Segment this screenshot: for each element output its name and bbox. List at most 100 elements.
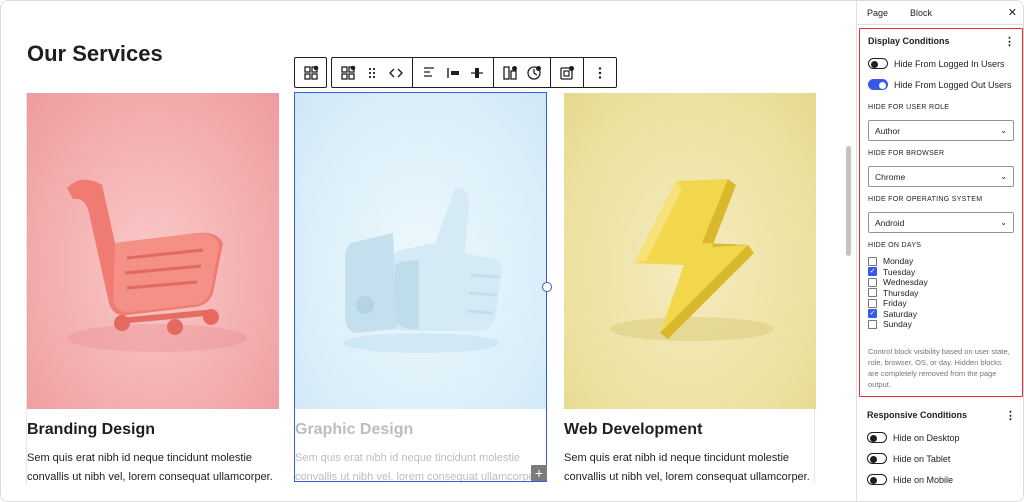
- day-label: Saturday: [883, 308, 918, 319]
- day-sunday[interactable]: Sunday: [868, 319, 1014, 330]
- grid-parent-icon: [299, 61, 323, 85]
- day-label: Friday: [883, 298, 907, 309]
- align-left-icon[interactable]: [417, 61, 441, 85]
- tab-block[interactable]: Block: [910, 8, 932, 18]
- block-toolbar: [294, 57, 617, 88]
- block-type-icon[interactable]: [336, 61, 360, 85]
- toggle-switch[interactable]: [867, 453, 887, 464]
- os-label: HIDE FOR OPERATING SYSTEM: [868, 196, 983, 203]
- toggle-row-desktop[interactable]: Hide on Desktop: [859, 427, 1023, 448]
- display-conditions-icon[interactable]: [555, 61, 579, 85]
- toggle-label: Hide on Tablet: [893, 453, 951, 464]
- toggle-label: Hide From Logged Out Users: [894, 79, 1012, 90]
- editor-window: Our Services Branding Design Sem quis er…: [0, 0, 1024, 502]
- day-thursday[interactable]: Thursday: [868, 288, 1014, 299]
- thumbs-up-icon: [343, 188, 503, 353]
- more-options-icon[interactable]: [588, 61, 612, 85]
- settings-sidebar: Page Block ✕ Display Conditions ⋮ Hide F…: [856, 1, 1023, 501]
- card-image[interactable]: [564, 93, 816, 409]
- toggle-row-logged-out[interactable]: Hide From Logged Out Users: [860, 74, 1022, 95]
- panel-header[interactable]: Display Conditions ⋮: [860, 29, 1022, 53]
- toggle-row-mobile[interactable]: Hide on Mobile: [859, 469, 1023, 490]
- user-role-label: HIDE FOR USER ROLE: [868, 104, 950, 111]
- toggle-switch[interactable]: [867, 432, 887, 443]
- vertical-align-icon[interactable]: [465, 61, 489, 85]
- day-label: Monday: [883, 256, 914, 267]
- close-icon[interactable]: ✕: [1008, 6, 1017, 19]
- toolbar-group-block: [332, 58, 413, 87]
- card-image[interactable]: [27, 93, 279, 409]
- add-block-button[interactable]: +: [531, 465, 547, 481]
- checkbox[interactable]: [868, 288, 877, 298]
- drag-handle-icon[interactable]: [360, 61, 384, 85]
- select-value: Chrome: [875, 171, 906, 182]
- toolbar-main: [331, 57, 617, 88]
- toggle-row-tablet[interactable]: Hide on Tablet: [859, 448, 1023, 469]
- toggle-switch[interactable]: [867, 474, 887, 485]
- panel-title: Display Conditions: [868, 36, 950, 46]
- chevron-down-icon: ⌄: [1000, 218, 1007, 227]
- browser-select[interactable]: Chrome ⌄: [868, 166, 1014, 187]
- card-text[interactable]: Sem quis erat nibh id neque tincidunt mo…: [295, 449, 547, 487]
- toolbar-group-conditions: [551, 58, 584, 87]
- select-value: Author: [875, 125, 901, 136]
- select-value: Android: [875, 217, 905, 228]
- browser-label: HIDE FOR BROWSER: [868, 150, 945, 157]
- toggle-label: Hide From Logged In Users: [894, 58, 1005, 69]
- toggle-switch[interactable]: [868, 79, 888, 90]
- toolbar-group-extras: [494, 58, 551, 87]
- sidebar-tabs: Page Block ✕: [857, 1, 1023, 25]
- checkbox[interactable]: [868, 319, 877, 329]
- select-parent-button[interactable]: [294, 57, 327, 88]
- days-label: HIDE ON DAYS: [868, 242, 922, 249]
- card-image[interactable]: [295, 93, 547, 409]
- animation-icon[interactable]: [522, 61, 546, 85]
- service-card-graphic[interactable]: Graphic Design Sem quis erat nibh id neq…: [295, 93, 547, 487]
- day-saturday[interactable]: ✓ Saturday: [868, 309, 1014, 320]
- toggle-label: Hide on Mobile: [893, 474, 954, 485]
- checkbox[interactable]: ✓: [868, 309, 877, 319]
- visibility-icon[interactable]: [498, 61, 522, 85]
- day-tuesday[interactable]: ✓ Tuesday: [868, 267, 1014, 278]
- editor-canvas: Our Services Branding Design Sem quis er…: [1, 1, 841, 501]
- toggle-label: Hide on Desktop: [893, 432, 960, 443]
- day-wednesday[interactable]: Wednesday: [868, 277, 1014, 288]
- card-text[interactable]: Sem quis erat nibh id neque tincidunt mo…: [564, 449, 816, 487]
- toggle-switch[interactable]: [868, 58, 888, 69]
- service-card-web[interactable]: Web Development Sem quis erat nibh id ne…: [564, 93, 816, 487]
- shopping-cart-icon: [67, 179, 247, 352]
- tab-page[interactable]: Page: [867, 8, 888, 18]
- card-title[interactable]: Branding Design: [27, 421, 279, 439]
- checkbox[interactable]: [868, 298, 877, 308]
- service-card-branding[interactable]: Branding Design Sem quis erat nibh id ne…: [27, 93, 279, 487]
- toolbar-group-more: [584, 58, 616, 87]
- os-select[interactable]: Android ⌄: [868, 212, 1014, 233]
- card-text[interactable]: Sem quis erat nibh id neque tincidunt mo…: [27, 449, 279, 487]
- lightning-bolt-icon: [610, 179, 774, 341]
- chevron-down-icon: ⌄: [1000, 126, 1007, 135]
- day-friday[interactable]: Friday: [868, 298, 1014, 309]
- day-monday[interactable]: Monday: [868, 256, 1014, 267]
- responsive-conditions-panel: Responsive Conditions ⋮ Hide on Desktop …: [859, 403, 1023, 490]
- help-text: Control block visibility based on user s…: [868, 346, 1010, 389]
- display-conditions-panel: Display Conditions ⋮ Hide From Logged In…: [859, 28, 1023, 397]
- day-label: Sunday: [883, 319, 912, 330]
- card-title[interactable]: Web Development: [564, 421, 816, 439]
- panel-header[interactable]: Responsive Conditions ⋮: [859, 403, 1023, 427]
- card-title[interactable]: Graphic Design: [295, 421, 547, 439]
- justify-icon[interactable]: [441, 61, 465, 85]
- day-label: Thursday: [883, 287, 919, 298]
- page-title[interactable]: Our Services: [27, 41, 163, 67]
- panel-title: Responsive Conditions: [867, 410, 968, 420]
- checkbox[interactable]: ✓: [868, 267, 877, 277]
- days-list: Monday ✓ Tuesday Wednesday Thursday Frida…: [860, 254, 1022, 330]
- more-options-icon[interactable]: ⋮: [1004, 35, 1015, 48]
- checkbox[interactable]: [868, 256, 877, 266]
- more-options-icon[interactable]: ⋮: [1005, 409, 1016, 422]
- user-role-select[interactable]: Author ⌄: [868, 120, 1014, 141]
- toggle-row-logged-in[interactable]: Hide From Logged In Users: [860, 53, 1022, 74]
- canvas-scrollbar[interactable]: [846, 146, 851, 256]
- checkbox[interactable]: [868, 277, 877, 287]
- resize-handle[interactable]: [542, 282, 552, 292]
- move-arrows-icon[interactable]: [384, 61, 408, 85]
